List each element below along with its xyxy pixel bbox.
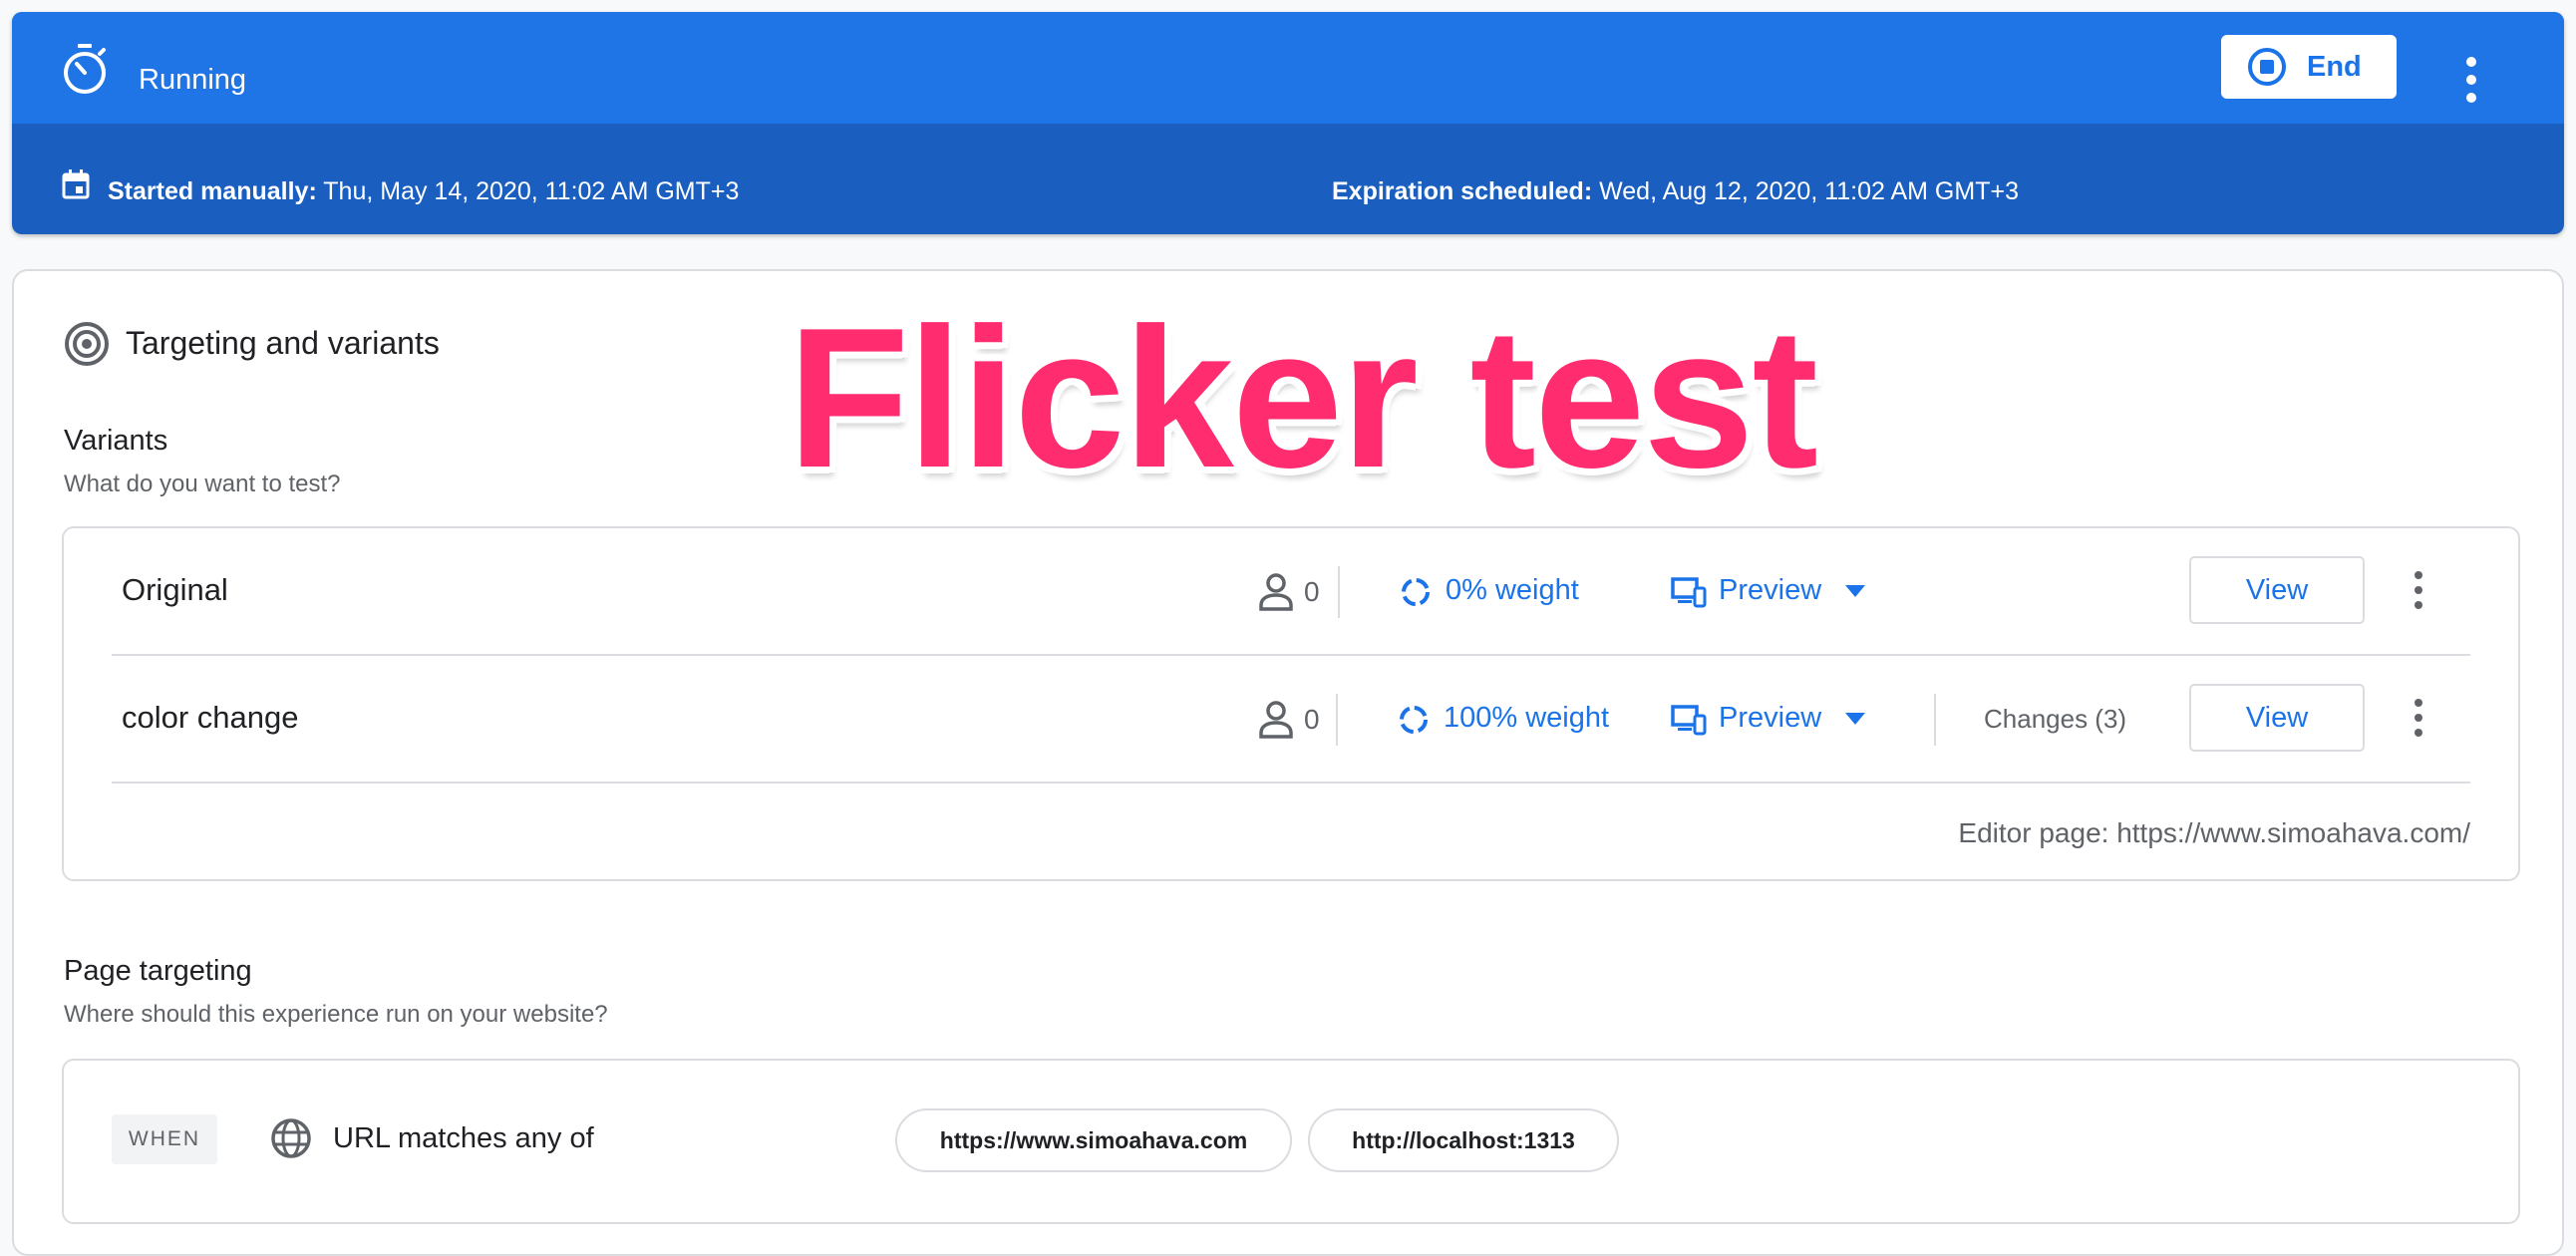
timer-icon xyxy=(64,44,106,94)
user-count: 0 xyxy=(1304,576,1320,607)
view-button[interactable]: View xyxy=(2189,556,2365,624)
variant-name: Original xyxy=(122,572,228,607)
calendar-icon xyxy=(62,169,90,199)
expiration-info: Expiration scheduled: Wed, Aug 12, 2020,… xyxy=(1332,177,2019,206)
globe-icon xyxy=(271,1118,311,1158)
weight-icon xyxy=(1400,706,1428,734)
weight-icon xyxy=(1402,578,1430,606)
preview-dropdown[interactable]: Preview xyxy=(1719,574,1821,607)
started-info: Started manually: Thu, May 14, 2020, 11:… xyxy=(108,177,739,206)
url-chip[interactable]: https://www.simoahava.com xyxy=(895,1108,1292,1172)
variant-row-color-change: color change 0 100% weight Preview Chang… xyxy=(64,656,2518,784)
row-divider xyxy=(112,782,2470,784)
variants-description: What do you want to test? xyxy=(64,471,341,497)
page-targeting-description: Where should this experience run on your… xyxy=(64,1001,608,1028)
stop-icon xyxy=(2248,48,2286,86)
divider xyxy=(1934,694,1936,746)
url-rule-label: URL matches any of xyxy=(333,1122,594,1154)
preview-dropdown[interactable]: Preview xyxy=(1719,702,1821,735)
when-chip: WHEN xyxy=(112,1114,217,1164)
variants-heading: Variants xyxy=(64,425,168,457)
end-button-label: End xyxy=(2307,50,2362,83)
expiration-label: Expiration scheduled: xyxy=(1332,177,1593,205)
experiment-status-bar: Running End Started manually: Thu, May 1… xyxy=(12,12,2564,234)
editor-page-url: Editor page: https://www.simoahava.com/ xyxy=(1958,817,2470,848)
started-label: Started manually: xyxy=(108,177,317,205)
devices-icon xyxy=(1671,577,1707,608)
variant-name: color change xyxy=(122,700,299,735)
expiration-value: Wed, Aug 12, 2020, 11:02 AM GMT+3 xyxy=(1592,177,2019,205)
more-vert-icon[interactable] xyxy=(2456,52,2486,108)
section-title: Targeting and variants xyxy=(126,325,440,361)
person-icon xyxy=(1259,701,1293,739)
devices-icon xyxy=(1671,705,1707,736)
schedule-row: Started manually: Thu, May 14, 2020, 11:… xyxy=(12,124,2564,234)
status-row: Running End xyxy=(12,12,2564,124)
page-targeting-heading: Page targeting xyxy=(64,955,252,987)
weight-link[interactable]: 0% weight xyxy=(1446,574,1579,607)
person-icon xyxy=(1259,573,1293,611)
flicker-test-overlay: Flicker test xyxy=(788,287,1818,509)
weight-link[interactable]: 100% weight xyxy=(1444,702,1609,735)
variant-row-original: Original 0 0% weight Preview View xyxy=(64,528,2518,656)
chevron-down-icon[interactable] xyxy=(1844,712,1866,726)
more-vert-icon[interactable] xyxy=(2409,568,2428,612)
targeting-rule: WHEN URL matches any of https://www.simo… xyxy=(62,1059,2520,1224)
user-count: 0 xyxy=(1304,704,1320,735)
variants-list: Original 0 0% weight Preview View color … xyxy=(62,526,2520,881)
view-button[interactable]: View xyxy=(2189,684,2365,752)
target-icon xyxy=(65,322,109,366)
more-vert-icon[interactable] xyxy=(2409,696,2428,740)
started-value: Thu, May 14, 2020, 11:02 AM GMT+3 xyxy=(316,177,740,205)
chevron-down-icon[interactable] xyxy=(1844,584,1866,598)
divider xyxy=(1338,566,1340,618)
url-chip[interactable]: http://localhost:1313 xyxy=(1308,1108,1619,1172)
end-button[interactable]: End xyxy=(2221,35,2397,99)
divider xyxy=(1336,694,1338,746)
changes-link[interactable]: Changes (3) xyxy=(1984,704,2126,735)
status-label: Running xyxy=(139,64,247,96)
